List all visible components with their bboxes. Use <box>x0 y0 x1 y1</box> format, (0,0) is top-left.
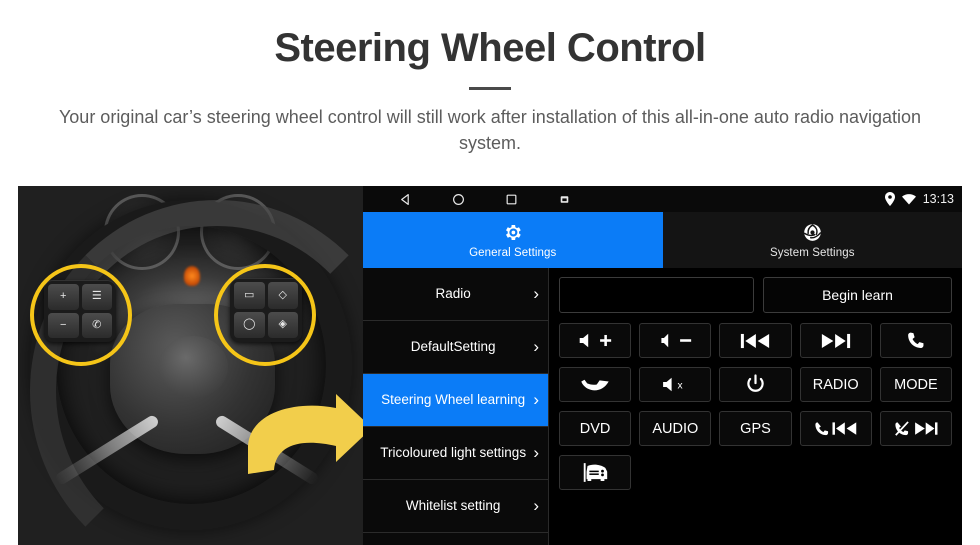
tab-general-settings[interactable]: General Settings <box>363 212 663 268</box>
airbag-cover <box>158 336 228 398</box>
chevron-right-icon: › <box>533 443 539 462</box>
tab-system-settings[interactable]: System Settings <box>662 212 962 268</box>
screenshot-icon[interactable] <box>558 193 571 206</box>
steering-wheel-key-grid: x RADIO MODE DVD AUDIO GPS <box>559 323 952 490</box>
android-status-bar: 13:13 <box>363 186 962 212</box>
title-divider <box>469 87 511 90</box>
key-car-view-button[interactable] <box>559 455 632 490</box>
menu-item-label: Steering Wheel learning <box>381 392 526 408</box>
tab-system-settings-label: System Settings <box>769 246 855 259</box>
gear-icon <box>502 222 523 244</box>
chevron-right-icon: › <box>533 496 539 515</box>
menu-item-radio[interactable]: Radio › <box>363 268 548 321</box>
android-nav-buttons <box>399 193 571 206</box>
settings-menu: Radio › DefaultSetting › Steering Wheel … <box>363 268 549 545</box>
settings-tabs: General Settings System Settings <box>363 212 962 268</box>
chevron-right-icon: › <box>533 337 539 356</box>
menu-item-whitelist-setting[interactable]: Whitelist setting › <box>363 480 548 533</box>
previous-track-icon <box>740 333 770 349</box>
next-track-icon <box>821 333 851 349</box>
location-pin-icon <box>884 192 895 206</box>
clock-label: 13:13 <box>922 192 954 206</box>
key-volume-up-button[interactable] <box>559 323 632 358</box>
key-next-track-button[interactable] <box>799 323 872 358</box>
page-header: Steering Wheel Control Your original car… <box>0 0 980 156</box>
highlight-circle-right <box>214 264 316 366</box>
svg-text:x: x <box>678 381 683 392</box>
menu-item-label: Radio <box>435 286 471 302</box>
back-icon[interactable] <box>399 193 412 206</box>
menu-item-tricoloured-light-settings[interactable]: Tricoloured light settings › <box>363 427 548 480</box>
key-power-button[interactable] <box>719 367 792 402</box>
page-title: Steering Wheel Control <box>274 26 706 70</box>
highlight-circle-left <box>30 264 132 366</box>
key-audio-button[interactable]: AUDIO <box>639 411 712 446</box>
phone-icon <box>905 330 926 351</box>
phone-previous-icon <box>814 421 858 437</box>
key-call-previous-button[interactable] <box>799 411 872 446</box>
menu-item-label: Tricoloured light settings <box>380 445 527 461</box>
key-gps-button[interactable]: GPS <box>719 411 792 446</box>
key-volume-down-button[interactable] <box>639 323 712 358</box>
key-mute-button[interactable]: x <box>639 367 712 402</box>
menu-item-label: DefaultSetting <box>410 339 496 355</box>
key-mode-button[interactable]: MODE <box>879 367 952 402</box>
status-bar-right: 13:13 <box>884 192 954 206</box>
chevron-right-icon: › <box>533 390 539 409</box>
begin-learn-button[interactable]: Begin learn <box>763 277 952 313</box>
home-icon[interactable] <box>452 193 465 206</box>
speaker-plus-icon <box>578 332 612 349</box>
key-previous-track-button[interactable] <box>719 323 792 358</box>
menu-item-label: Whitelist setting <box>405 498 501 514</box>
key-call-off-next-button[interactable] <box>879 411 952 446</box>
speaker-minus-icon <box>658 332 692 349</box>
learn-toolbar: Begin learn <box>559 277 952 313</box>
media-strip: + ☰ − ✆ ▭ ◇ ◯ ◈ 13:13 General Settings S… <box>18 186 962 545</box>
key-dvd-button[interactable]: DVD <box>559 411 632 446</box>
key-radio-button[interactable]: RADIO <box>799 367 872 402</box>
steering-wheel-learning-panel: Begin learn x RADIO MODE DVD AUDIO GPS <box>549 268 962 545</box>
key-call-answer-button[interactable] <box>879 323 952 358</box>
head-unit-screen: 13:13 General Settings System Settings R… <box>363 186 962 545</box>
system-swirl-icon <box>802 222 823 244</box>
pointer-arrow <box>240 394 363 494</box>
car-front-icon <box>580 462 610 483</box>
learn-status-field[interactable] <box>559 277 754 313</box>
steering-wheel-photo: + ☰ − ✆ ▭ ◇ ◯ ◈ <box>18 186 363 545</box>
phone-hangup-icon <box>580 377 610 393</box>
speaker-mute-icon: x <box>660 376 690 393</box>
chevron-right-icon: › <box>533 284 539 303</box>
power-icon <box>746 374 765 395</box>
tab-general-settings-label: General Settings <box>469 246 557 259</box>
menu-item-steering-wheel-learning[interactable]: Steering Wheel learning › <box>363 374 548 427</box>
key-call-hangup-button[interactable] <box>559 367 632 402</box>
menu-item-defaultsetting[interactable]: DefaultSetting › <box>363 321 548 374</box>
wifi-icon <box>901 193 916 205</box>
phone-off-next-icon <box>894 420 938 437</box>
page-subtitle: Your original car’s steering wheel contr… <box>58 107 922 154</box>
recents-icon[interactable] <box>505 193 518 206</box>
settings-body: Radio › DefaultSetting › Steering Wheel … <box>363 268 962 545</box>
